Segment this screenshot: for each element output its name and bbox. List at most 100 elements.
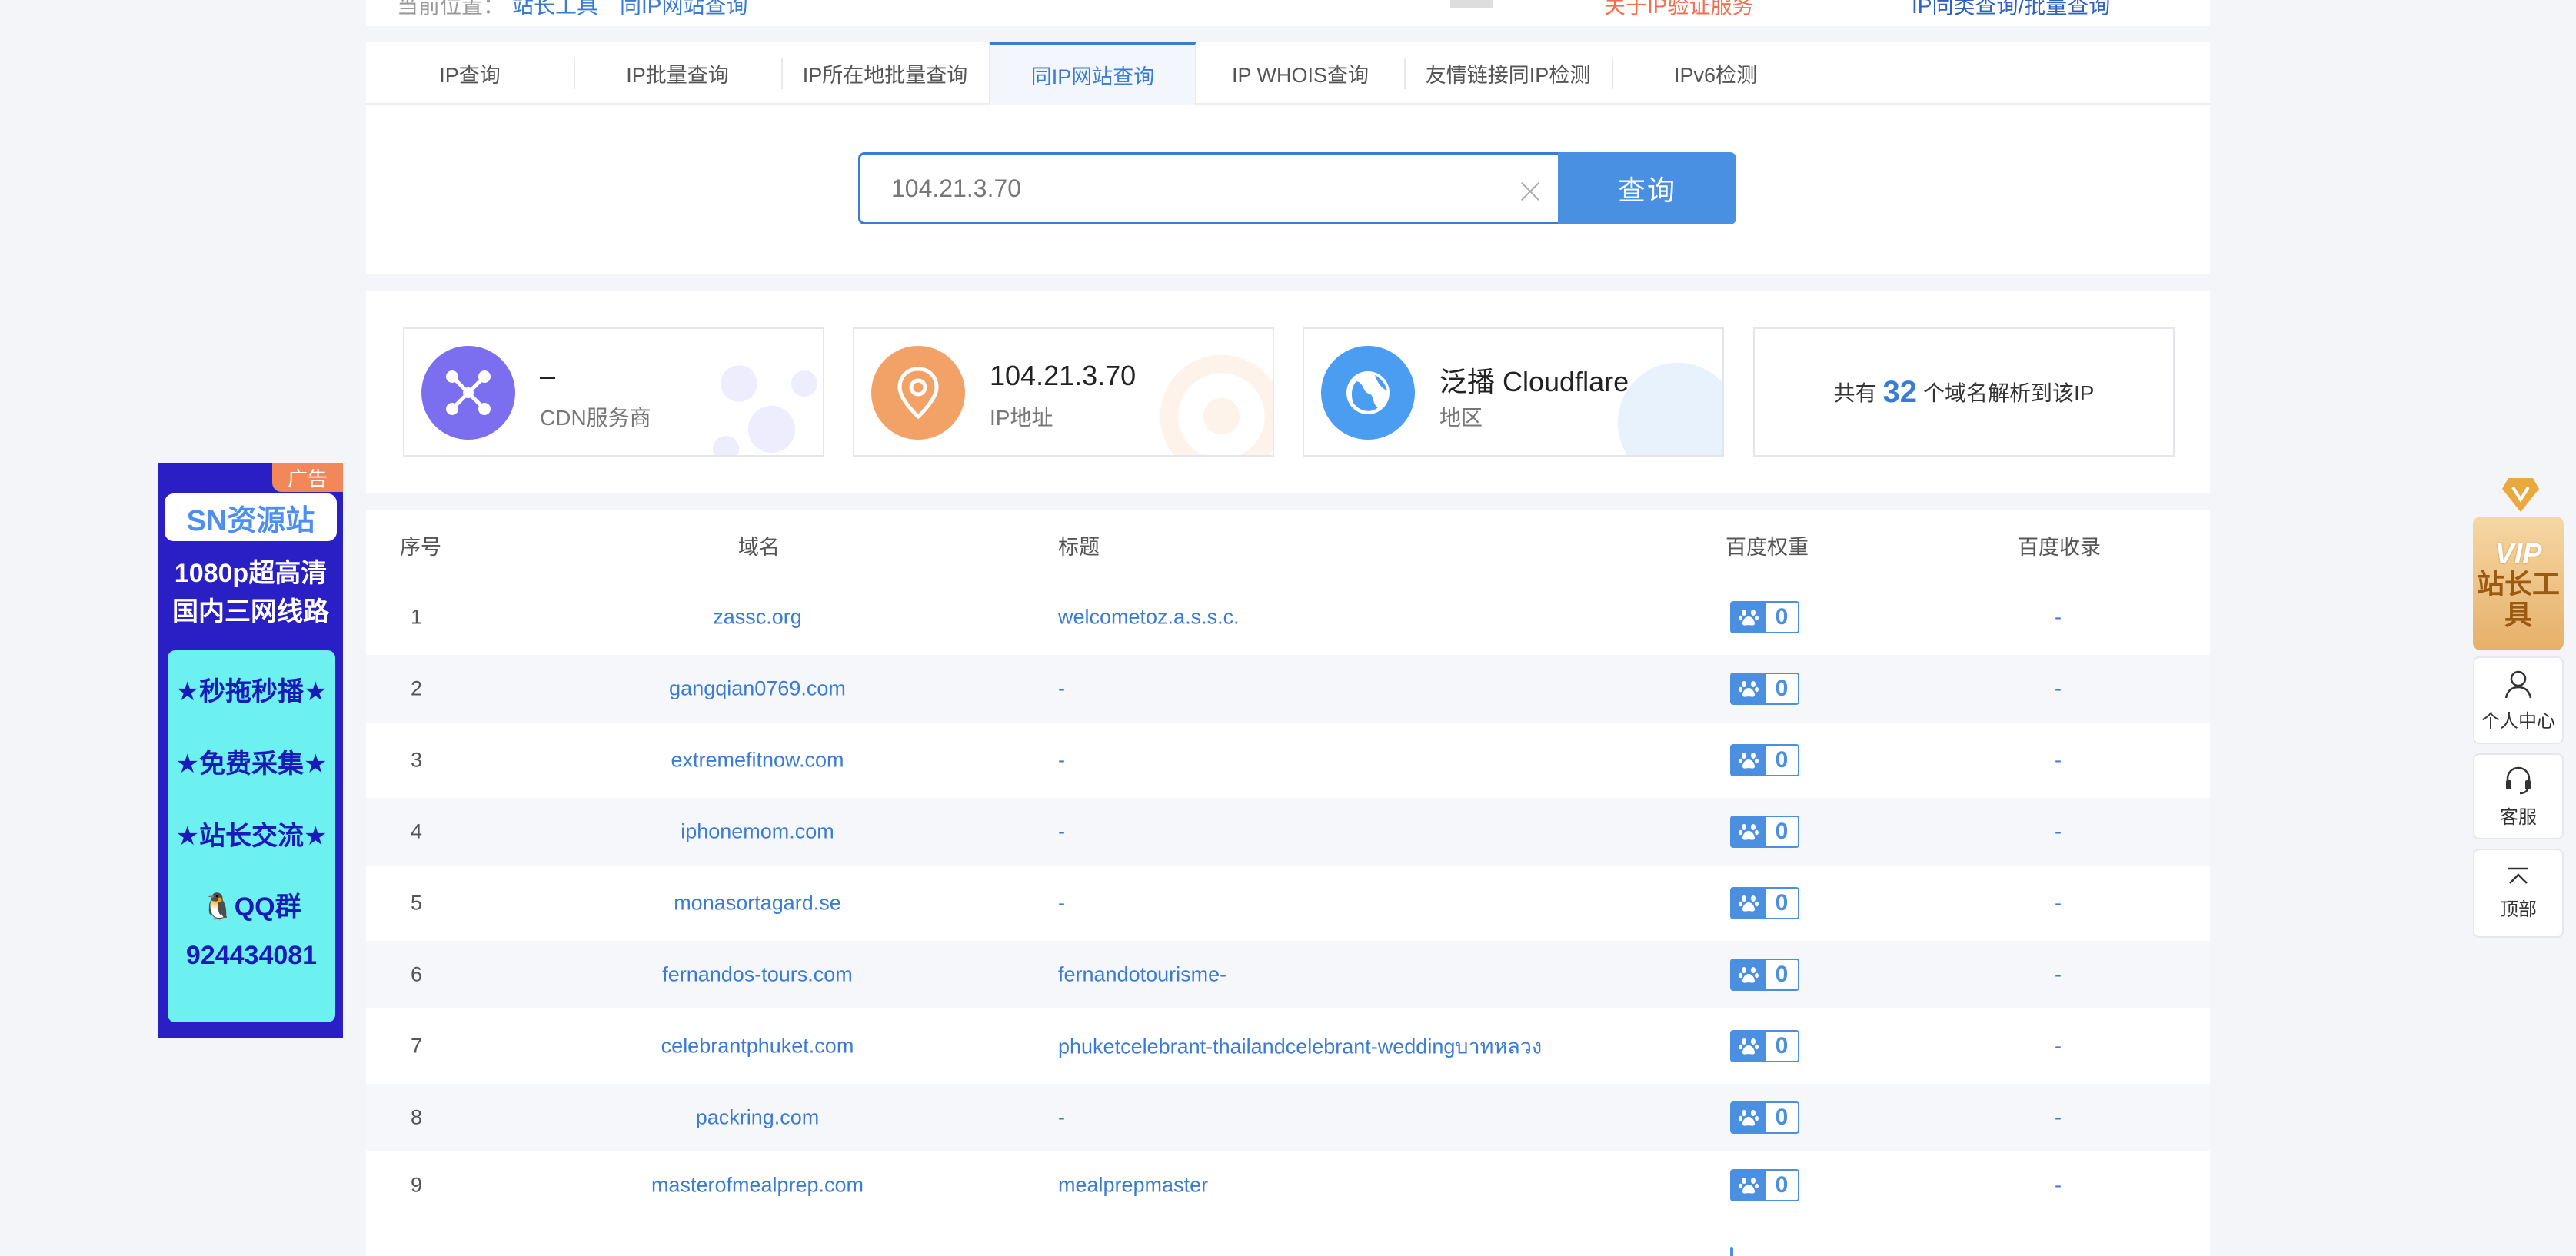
count-number: 32 xyxy=(1882,374,1918,409)
row-domain-link[interactable]: monasortagard.se xyxy=(366,892,1149,915)
ip-label: IP地址 xyxy=(990,406,1053,430)
tab-ipv6-check[interactable]: IPv6检测 xyxy=(1612,42,1819,105)
baidu-weight-badge[interactable]: 0 xyxy=(1730,887,1799,919)
baidu-weight-badge[interactable]: 0 xyxy=(1730,816,1799,848)
tab-ip-whois[interactable]: IP WHOIS查询 xyxy=(1196,42,1404,105)
vip-tools-label: 站长工具 xyxy=(2476,568,2560,630)
row-baidu-index: - xyxy=(2055,676,2062,700)
breadcrumb-tools-link[interactable]: 站长工具 xyxy=(512,0,598,20)
tool-tabs: IP查询 IP批量查询 IP所在地批量查询 同IP网站查询 IP WHOIS查询… xyxy=(366,42,2210,105)
row-title[interactable]: - xyxy=(1058,820,1065,844)
domain-count-card: 共有 32 个域名解析到该IP xyxy=(1753,327,2175,457)
table-row: 8 packring.com -0- xyxy=(366,1084,2210,1151)
pin-watermark-icon xyxy=(1160,354,1273,455)
baidu-paw-icon xyxy=(1732,817,1766,846)
row-domain-link[interactable]: extremefitnow.com xyxy=(366,749,1149,773)
row-title[interactable]: welcometoz.a.s.s.c. xyxy=(1058,606,1240,630)
row-domain-link[interactable]: packring.com xyxy=(366,1106,1149,1130)
row-domain-link[interactable]: fernandos-tours.com xyxy=(366,963,1149,987)
row-title[interactable]: mealprepmaster xyxy=(1058,1174,1208,1198)
row-title[interactable]: - xyxy=(1058,892,1065,915)
customer-service-label: 客服 xyxy=(2500,806,2537,828)
row-title[interactable]: fernandotourisme- xyxy=(1058,963,1226,987)
row-domain-link[interactable]: iphonemom.com xyxy=(366,820,1149,844)
ip-value: 104.21.3.70 xyxy=(990,360,1137,391)
tab-ip-batch[interactable]: IP批量查询 xyxy=(574,42,781,105)
baidu-weight-badge[interactable]: 0 xyxy=(1730,1101,1799,1134)
tab-ip-query[interactable]: IP查询 xyxy=(366,42,574,105)
globe-watermark-icon xyxy=(1617,362,1722,455)
cdn-value: – xyxy=(540,360,556,391)
tab-ip-location-batch[interactable]: IP所在地批量查询 xyxy=(781,42,989,105)
baidu-paw-icon xyxy=(1732,1103,1766,1132)
row-title[interactable]: phuketcelebrant-thailandcelebrant-weddin… xyxy=(1058,1030,1542,1063)
row-title[interactable]: - xyxy=(1058,677,1065,701)
table-row: 9 masterofmealprep.com mealprepmaster 0- xyxy=(366,1151,2210,1219)
back-to-top-button[interactable]: 顶部 xyxy=(2473,849,2564,938)
baidu-weight-badge[interactable]: 0 xyxy=(1730,601,1799,633)
row-baidu-index: - xyxy=(2055,1105,2062,1129)
row-domain-link[interactable]: masterofmealprep.com xyxy=(366,1174,1149,1198)
customer-service-button[interactable]: 客服 xyxy=(2473,753,2564,839)
row-domain-link[interactable]: gangqian0769.com xyxy=(366,677,1149,701)
tab-same-ip-sites[interactable]: 同IP网站查询 xyxy=(989,42,1196,105)
qq-penguin-icon: 🐧 xyxy=(201,892,235,922)
table-row: 2 gangqian0769.com -0- xyxy=(366,655,2210,723)
cdn-label: CDN服务商 xyxy=(540,406,651,430)
header-domain: 域名 xyxy=(738,535,780,559)
baidu-weight-badge[interactable]: 0 xyxy=(1730,673,1799,705)
vip-diamond-icon xyxy=(2502,478,2539,512)
row-baidu-index: - xyxy=(2055,962,2062,986)
topbar-link-b[interactable]: IP同类查询/批量查询 xyxy=(1912,0,2110,20)
topbar-chip xyxy=(1450,0,1493,8)
baidu-paw-icon xyxy=(1732,960,1766,989)
baidu-weight-value: 0 xyxy=(1766,960,1798,989)
baidu-weight-value: 0 xyxy=(1766,817,1798,846)
table-row: 7 celebrantphuket.com phuketcelebrant-thai… xyxy=(366,1008,2210,1084)
baidu-weight-value: 0 xyxy=(1766,1032,1798,1061)
ad-logo: SN资源站 xyxy=(165,493,337,541)
baidu-weight-badge[interactable]: 0 xyxy=(1730,1030,1799,1062)
ad-tag: 广告 xyxy=(272,463,343,492)
row-title[interactable]: - xyxy=(1058,749,1065,773)
search-box xyxy=(858,152,1558,224)
breadcrumb-current[interactable]: 同IP网站查询 xyxy=(620,0,747,20)
ad-qq-number: 924434081 xyxy=(185,941,318,970)
row-baidu-index: - xyxy=(2055,748,2062,772)
vip-tools-button[interactable]: VIP 站长工具 xyxy=(2473,517,2564,650)
table-row: 6 fernandos-tours.com fernandotourisme- 0- xyxy=(366,941,2210,1008)
user-icon xyxy=(2504,670,2532,698)
header-title: 标题 xyxy=(1058,535,1100,559)
query-button[interactable]: 查询 xyxy=(1558,152,1736,224)
baidu-paw-icon xyxy=(1732,746,1766,775)
top-breadcrumb-bar: 当前位置： 站长工具 同IP网站查询 关于IP验证服务 IP同类查询/批量查询 xyxy=(366,0,2210,26)
tab-friendlink-same-ip[interactable]: 友情链接同IP检测 xyxy=(1404,42,1612,105)
baidu-weight-value: 0 xyxy=(1766,674,1798,703)
table-row: 3 extremefitnow.com -0- xyxy=(366,723,2210,798)
ad-slogan-2: ★免费采集★ xyxy=(175,749,328,779)
ad-qq-row: 🐧QQ群 xyxy=(168,886,335,923)
baidu-weight-badge[interactable]: 0 xyxy=(1730,959,1799,991)
user-center-button[interactable]: 个人中心 xyxy=(2473,656,2564,744)
baidu-weight-badge[interactable]: 0 xyxy=(1730,744,1799,776)
row-baidu-index: - xyxy=(2055,1034,2062,1058)
baidu-weight-value: 0 xyxy=(1766,746,1798,775)
ip-search-input[interactable] xyxy=(891,174,1530,203)
row-domain-link[interactable]: celebrantphuket.com xyxy=(366,1035,1149,1058)
baidu-weight-badge[interactable]: 0 xyxy=(1730,1169,1799,1201)
row-domain-link[interactable]: zassc.org xyxy=(366,606,1149,630)
topbar-link-a[interactable]: 关于IP验证服务 xyxy=(1604,0,1753,20)
search-row: 查询 xyxy=(858,152,1736,224)
baidu-paw-icon xyxy=(1732,1032,1766,1061)
cdn-watermark-icon xyxy=(713,365,817,455)
search-panel: IP查询 IP批量查询 IP所在地批量查询 同IP网站查询 IP WHOIS查询… xyxy=(366,42,2210,274)
ad-banner[interactable]: 广告 SN资源站 1080p超高清 国内三网线路 ★秒拖秒播★ ★免费采集★ ★… xyxy=(158,463,343,1038)
row-baidu-index: - xyxy=(2055,891,2062,915)
table-header: 序号 域名 标题 百度权重 百度收录 xyxy=(366,510,2210,580)
table-row: 1 zassc.org welcometoz.a.s.s.c. 0- xyxy=(366,580,2210,655)
count-prefix: 共有 xyxy=(1833,381,1877,405)
clear-icon[interactable] xyxy=(1519,181,1541,202)
header-index: 序号 xyxy=(400,535,441,559)
ip-card: 104.21.3.70 IP地址 xyxy=(853,327,1274,457)
row-title[interactable]: - xyxy=(1058,1106,1065,1130)
